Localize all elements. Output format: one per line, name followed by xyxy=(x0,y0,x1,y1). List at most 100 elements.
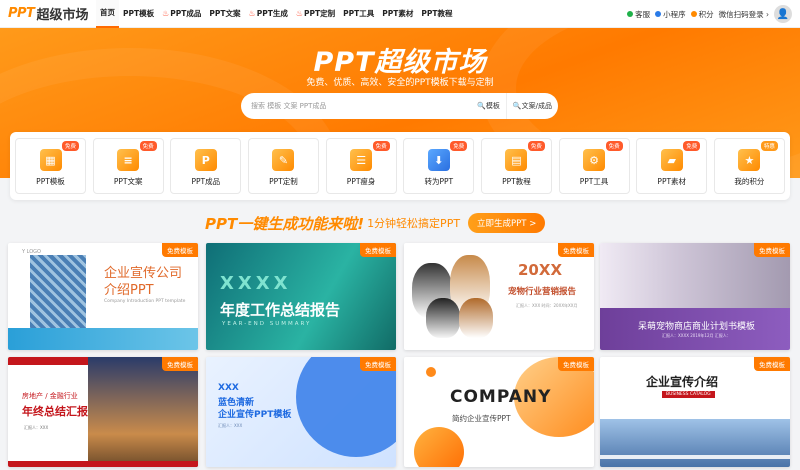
category-ppt-custom[interactable]: ✎ PPT定制 xyxy=(247,138,319,194)
avatar[interactable]: 👤 xyxy=(774,5,792,23)
generate-ppt-button[interactable]: 立即生成PPT > xyxy=(468,213,546,233)
template-card[interactable]: 免费模板 呆萌宠物商店商业计划书模板 汇报人：XXXX 2019年12月 汇报人… xyxy=(600,243,790,350)
card-subtitle: 汇报人：XXX xyxy=(24,425,49,430)
search-doc-button[interactable]: 🔍 文案/成品 xyxy=(507,93,558,119)
nav-item-label: PPT成品 xyxy=(170,9,202,18)
free-tag: 免费 xyxy=(139,141,157,151)
hero-subtitle: 免费、优质、高效、安全的PPT模板下载与定制 xyxy=(306,78,494,88)
nav-item-ppt-copy[interactable]: PPT文案 xyxy=(205,0,244,28)
site-logo[interactable]: PPT 超级市场 xyxy=(0,4,96,23)
service-label: 客服 xyxy=(635,9,651,19)
card-title: 简约企业宣传PPT xyxy=(452,414,511,423)
nav-item-label: PPT素材 xyxy=(382,9,414,18)
tutorial-icon: ▤ xyxy=(505,149,528,171)
free-template-badge: 免费模板 xyxy=(162,357,198,371)
category-convert-ppt[interactable]: 免费 ⬇ 转为PPT xyxy=(403,138,475,194)
folder-icon: ▰ xyxy=(660,149,683,171)
category-label: PPT教程 xyxy=(502,177,531,186)
free-template-badge: 免费模板 xyxy=(754,243,790,257)
template-card[interactable]: 免费模板 房地产 / 金融行业 年终总结汇报 汇报人：XXX xyxy=(8,357,198,467)
category-label: PPT文案 xyxy=(113,177,143,186)
search-template-button[interactable]: 🔍 模板 xyxy=(471,93,507,119)
nav-item-ppt-tools[interactable]: PPT工具 xyxy=(339,0,378,28)
main-menu: 首页 PPT模板 ♨ PPT成品 PPT文案 ♨ PPT生成 ♨ PPT定制 PPT工… xyxy=(96,0,457,28)
template-card[interactable]: 免费模板 XXXX 年度工作总结报告 YEAR-END SUMMARY xyxy=(206,243,396,350)
card-subtitle: BUSINESS CATALOG xyxy=(662,391,715,398)
points-label: 积分 xyxy=(698,9,714,19)
free-template-badge: 免费模板 xyxy=(162,243,198,257)
category-ppt-slim[interactable]: 免费 ☰ PPT瘦身 xyxy=(325,138,397,194)
service-icon xyxy=(627,11,634,17)
nav-item-ppt-tutorial[interactable]: PPT教程 xyxy=(417,0,456,28)
nav-item-home[interactable]: 首页 xyxy=(96,0,119,28)
free-template-badge: 免费模板 xyxy=(558,357,594,371)
fire-icon: ♨ xyxy=(162,9,170,18)
nav-item-ppt-template[interactable]: PPT模板 xyxy=(119,0,158,28)
nav-item-label: PPT定制 xyxy=(304,9,336,18)
free-tag: 免费 xyxy=(683,141,701,151)
card-title: COMPANY xyxy=(450,387,552,407)
category-ppt-tools[interactable]: 免费 ⚙ PPT工具 xyxy=(558,138,630,194)
nav-item-label: PPT生成 xyxy=(256,9,288,18)
category-ppt-template[interactable]: 免费 ▦ PPT模板 xyxy=(15,138,86,194)
points-icon xyxy=(690,11,697,17)
category-my-points[interactable]: 特惠 ★ 我的积分 xyxy=(713,138,785,194)
free-tag: 免费 xyxy=(450,141,468,151)
card-title: 年度工作总结报告 xyxy=(220,301,341,319)
category-ppt-tutorial[interactable]: 免费 ▤ PPT教程 xyxy=(480,138,552,194)
card-subtitle: 汇报人：XXX 时间：20XX年XX月 xyxy=(516,303,578,308)
top-nav-bar: PPT 超级市场 首页 PPT模板 ♨ PPT成品 PPT文案 ♨ PPT生成 ♨ P… xyxy=(0,0,800,28)
logo-text: 超级市场 xyxy=(36,8,89,23)
promo-banner: PPT一键生成功能来啦! 1分钟轻松搞定PPT 立即生成PPT > xyxy=(205,208,595,238)
wechat-login-link[interactable]: 微信扫码登录 › xyxy=(719,9,769,20)
discount-tag: 特惠 xyxy=(760,141,778,151)
category-ppt-assets[interactable]: 免费 ▰ PPT素材 xyxy=(636,138,708,194)
category-ppt-product[interactable]: P PPT成品 xyxy=(170,138,242,194)
category-label: PPT模板 xyxy=(36,177,65,186)
city-image xyxy=(88,357,198,467)
decor-bar xyxy=(8,461,198,467)
nav-item-ppt-product[interactable]: ♨ PPT成品 xyxy=(158,0,205,28)
free-template-badge: 免费模板 xyxy=(558,243,594,257)
template-card[interactable]: 免费模板 Y LOGO 企业宣传公司 介绍PPT Company Introduc… xyxy=(8,243,198,350)
search-icon: 🔍 xyxy=(512,102,522,110)
category-strip: 免费 ▦ PPT模板 免费 ≡ PPT文案 P PPT成品 ✎ PPT定制 免费 ☰ PPT瘦身… xyxy=(10,132,790,200)
ruler-icon: ✎ xyxy=(272,149,295,171)
template-card[interactable]: 免费模板 COMPANY 简约企业宣传PPT xyxy=(404,357,594,467)
category-label: PPT瘦身 xyxy=(346,177,376,186)
building-image xyxy=(30,255,86,337)
hero-title: PPT超级市场 xyxy=(313,47,487,78)
skyline-image xyxy=(600,419,790,467)
p-icon: P xyxy=(194,149,217,171)
dog-image xyxy=(426,298,460,338)
points-link[interactable]: 积分 xyxy=(690,9,714,20)
template-card[interactable]: 免费模板 XXX 蓝色清新 企业宣传PPT模板 汇报人：XXX xyxy=(206,357,396,467)
free-template-badge: 免费模板 xyxy=(360,357,396,371)
decor-circle xyxy=(414,427,464,467)
card-subtitle: YEAR-END SUMMARY xyxy=(222,321,312,327)
dog-image xyxy=(459,298,493,338)
mini-program-link[interactable]: 小程序 xyxy=(655,9,686,20)
decor-shape xyxy=(296,357,396,457)
nav-item-label: 首页 xyxy=(100,8,115,17)
search-input[interactable]: 搜索 模板 文案 PPT成品 xyxy=(241,101,471,111)
free-tag: 免费 xyxy=(605,141,623,151)
search-doc-label: 文案/成品 xyxy=(521,102,552,110)
nav-item-ppt-custom[interactable]: ♨ PPT定制 xyxy=(292,0,339,28)
tool-icon: ⚙ xyxy=(583,149,606,171)
badge-icon: ★ xyxy=(738,149,761,171)
nav-item-label: PPT文案 xyxy=(209,9,241,18)
customer-service-link[interactable]: 客服 xyxy=(627,9,650,20)
slim-icon: ☰ xyxy=(350,149,373,171)
template-card[interactable]: 免费模板 企业宣传介绍 BUSINESS CATALOG xyxy=(600,357,790,467)
template-card[interactable]: 免费模板 20XX 宠物行业营销报告 汇报人：XXX 时间：20XX年XX月 xyxy=(404,243,594,350)
nav-item-ppt-assets[interactable]: PPT素材 xyxy=(378,0,417,28)
mini-program-icon xyxy=(655,11,662,17)
grid-icon: ▦ xyxy=(39,149,62,171)
search-icon: 🔍 xyxy=(477,102,486,110)
card-title: 年终总结汇报 xyxy=(22,405,88,418)
free-template-badge: 免费模板 xyxy=(754,357,790,371)
nav-item-label: PPT模板 xyxy=(123,9,155,18)
category-ppt-copy[interactable]: 免费 ≡ PPT文案 xyxy=(92,138,164,194)
nav-item-ppt-generate[interactable]: ♨ PPT生成 xyxy=(245,0,292,28)
